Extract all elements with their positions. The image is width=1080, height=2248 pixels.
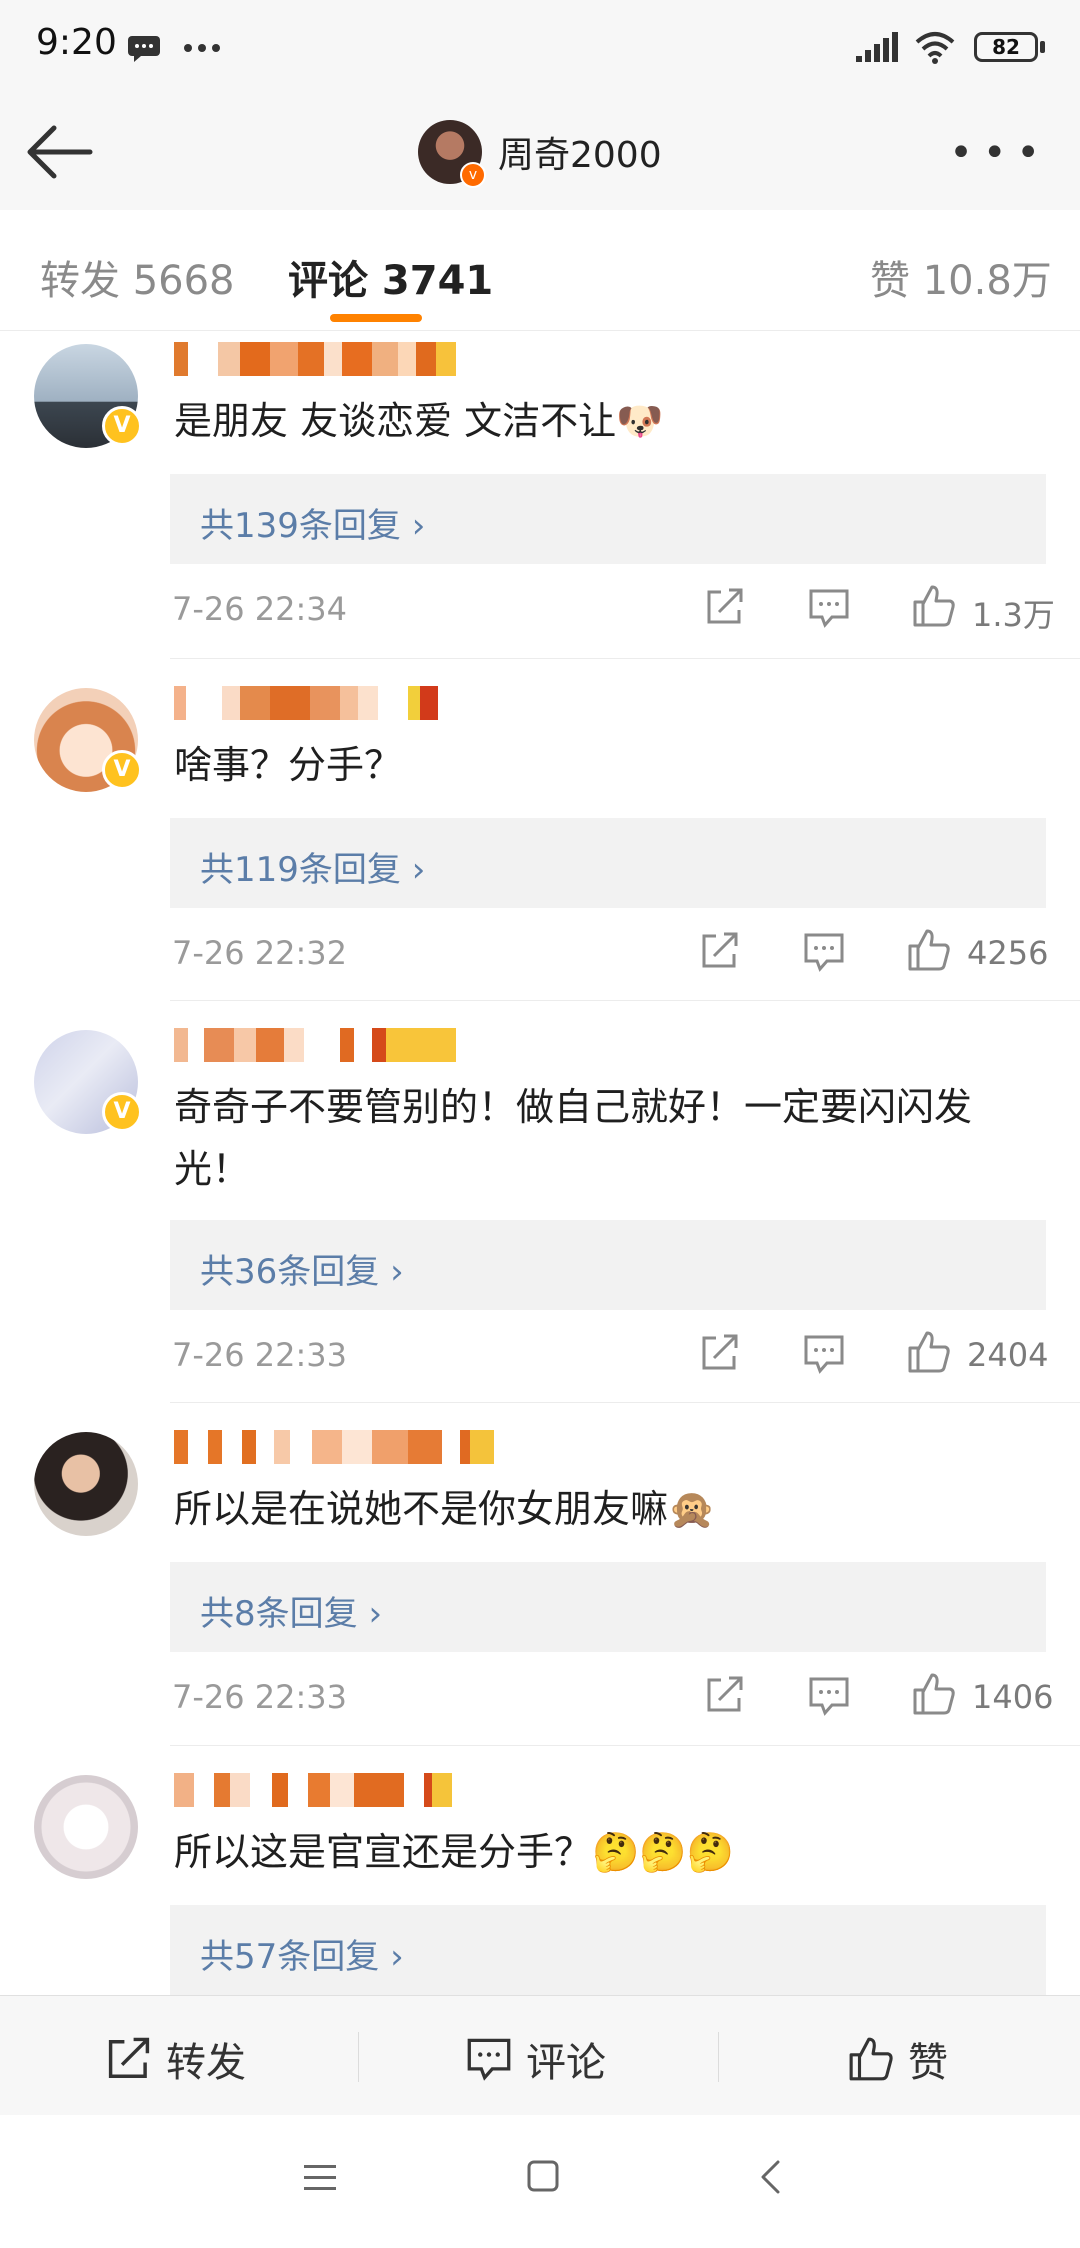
bottom-action-bar: 转发 评论 赞 (0, 1995, 1080, 2116)
comment-icon[interactable] (803, 932, 845, 972)
repost-label: 转发 (166, 2040, 246, 2086)
repost-button[interactable]: 转发 (106, 2030, 246, 2088)
page-title: 周奇2000 (498, 135, 662, 176)
commenter-avatar[interactable]: V (34, 1030, 142, 1134)
back-icon[interactable] (758, 2159, 782, 2195)
like-icon[interactable] (912, 1672, 956, 1716)
battery-level: 82 (992, 35, 1020, 59)
comment-text: 是朋友 友谈恋爱 文洁不让🐶 (174, 399, 664, 443)
replies-link[interactable]: 共8条回复 › (170, 1562, 1046, 1652)
author-avatar[interactable]: v (418, 120, 486, 188)
comment-icon (467, 2038, 511, 2081)
commenter-name-blurred[interactable] (174, 686, 438, 720)
replies-count: 共57条回复 › (200, 1937, 404, 1977)
like-icon (849, 2037, 893, 2081)
separator (358, 2032, 359, 2082)
comment-icon[interactable] (808, 588, 850, 628)
more-options-icon[interactable]: ••• (949, 133, 1050, 173)
system-nav-bar (0, 2115, 1080, 2248)
comment-text: 所以这是官宣还是分手？🤔🤔🤔 (174, 1830, 734, 1874)
like-count: 2404 (967, 1336, 1049, 1374)
battery-icon: 82 (974, 32, 1038, 62)
like-count: 1.3万 (972, 596, 1055, 634)
comment-item: V 奇奇子不要管别的！做自己就好！一定要闪闪发光！ 共36条回复 › 7-26 … (0, 1018, 1080, 1418)
comment-item: 所以是在说她不是你女朋友嘛🙊 共8条回复 › 7-26 22:33 1406 (0, 1420, 1080, 1750)
commenter-avatar[interactable]: V (34, 344, 142, 448)
active-tab-indicator (330, 314, 422, 322)
divider (170, 1000, 1080, 1001)
comment-text: 奇奇子不要管别的！做自己就好！一定要闪闪发光！ (174, 1085, 973, 1191)
menu-icon[interactable] (302, 2161, 338, 2195)
status-time: 9:20 (36, 22, 117, 63)
replies-count: 共36条回复 › (200, 1252, 404, 1292)
verified-badge-icon: V (102, 406, 142, 446)
home-icon[interactable] (526, 2159, 560, 2193)
signal-icon (856, 32, 898, 62)
post-author[interactable]: v 周奇2000 (418, 117, 662, 188)
commenter-name-blurred[interactable] (174, 1773, 452, 1807)
replies-link[interactable]: 共36条回复 › (170, 1220, 1046, 1310)
like-count: 4256 (967, 934, 1049, 972)
like-icon[interactable] (912, 584, 956, 628)
commenter-name-blurred[interactable] (174, 1430, 494, 1464)
commenter-name-blurred[interactable] (174, 1028, 456, 1062)
like-label: 赞 (908, 2040, 948, 2086)
more-dots-icon (184, 44, 220, 52)
top-nav: v 周奇2000 ••• (0, 95, 1080, 211)
commenter-avatar[interactable]: V (34, 688, 142, 792)
commenter-avatar[interactable] (34, 1775, 138, 1879)
comment-time: 7-26 22:33 (172, 1336, 348, 1374)
verified-badge-icon: V (102, 750, 142, 790)
tab-bar: 转发 5668 评论 3741 赞 10.8万 (0, 210, 1080, 331)
divider (170, 1402, 1080, 1403)
comment-time: 7-26 22:32 (172, 934, 348, 972)
comment-item: V 是朋友 友谈恋爱 文洁不让🐶 共139条回复 › 7-26 22:34 1.… (0, 332, 1080, 662)
back-arrow-icon[interactable] (22, 119, 94, 185)
replies-count: 共139条回复 › (200, 506, 426, 546)
commenter-name-blurred[interactable] (174, 342, 456, 376)
replies-link[interactable]: 共57条回复 › (170, 1905, 1046, 1995)
commenter-avatar[interactable] (34, 1432, 138, 1536)
like-count: 1406 (972, 1678, 1054, 1716)
like-button[interactable]: 赞 (848, 2030, 948, 2088)
replies-link[interactable]: 共139条回复 › (170, 474, 1046, 564)
comment-button[interactable]: 评论 (466, 2030, 606, 2088)
comment-icon[interactable] (808, 1676, 850, 1716)
tab-likes[interactable]: 赞 10.8万 (870, 248, 1052, 306)
tab-repost[interactable]: 转发 5668 (40, 248, 235, 306)
message-icon (128, 36, 160, 62)
share-icon[interactable] (700, 1334, 740, 1372)
separator (718, 2032, 719, 2082)
share-icon[interactable] (705, 1676, 745, 1714)
wifi-icon (915, 32, 955, 64)
share-icon[interactable] (700, 932, 740, 970)
comment-icon[interactable] (803, 1334, 845, 1374)
comment-time: 7-26 22:34 (172, 590, 348, 628)
comment-text: 啥事？分手？ (174, 743, 403, 787)
verified-badge-icon: v (460, 162, 486, 188)
comment-item: V 啥事？分手？ 共119条回复 › 7-26 22:32 4256 (0, 676, 1080, 1006)
comment-text: 所以是在说她不是你女朋友嘛🙊 (174, 1487, 716, 1531)
replies-count: 共119条回复 › (200, 850, 426, 890)
comment-label: 评论 (526, 2040, 606, 2086)
like-icon[interactable] (907, 928, 951, 972)
comment-time: 7-26 22:33 (172, 1678, 348, 1716)
verified-badge-icon: V (102, 1092, 142, 1132)
replies-count: 共8条回复 › (200, 1594, 383, 1634)
share-icon[interactable] (705, 588, 745, 626)
like-icon[interactable] (907, 1330, 951, 1374)
share-icon (108, 2037, 150, 2078)
divider (170, 1745, 1080, 1746)
replies-link[interactable]: 共119条回复 › (170, 818, 1046, 908)
tab-comments[interactable]: 评论 3741 (288, 248, 493, 306)
comment-item: 所以这是官宣还是分手？🤔🤔🤔 共57条回复 › (0, 1763, 1080, 1995)
status-bar: 9:20 82 (0, 0, 1080, 95)
divider (170, 658, 1080, 659)
